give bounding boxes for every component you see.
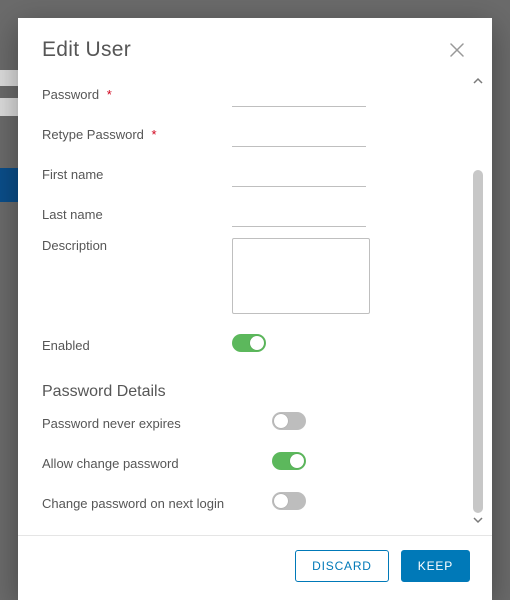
first-name-label: First name — [42, 167, 232, 182]
never-expires-toggle[interactable] — [272, 412, 306, 430]
last-name-label: Last name — [42, 207, 232, 222]
scroll-up-arrow[interactable] — [470, 74, 486, 90]
required-marker: * — [107, 87, 112, 102]
row-never-expires: Password never expires — [42, 407, 464, 439]
modal-header: Edit User — [18, 18, 492, 68]
row-description: Description — [42, 238, 464, 319]
keep-button[interactable]: KEEP — [401, 550, 470, 582]
row-last-name: Last name — [42, 198, 464, 230]
row-first-name: First name — [42, 158, 464, 190]
modal-title: Edit User — [42, 38, 131, 62]
enabled-toggle[interactable] — [232, 334, 266, 352]
description-label: Description — [42, 238, 232, 253]
description-input[interactable] — [232, 238, 370, 314]
scrollbar[interactable] — [470, 74, 486, 529]
modal-body-scroll: Password * Retype Password * First name … — [18, 68, 492, 535]
chevron-down-icon — [473, 512, 483, 530]
chevron-up-icon — [473, 73, 483, 91]
retype-password-label: Retype Password * — [42, 127, 232, 142]
allow-change-label: Allow change password — [42, 456, 272, 471]
required-marker: * — [152, 127, 157, 142]
retype-password-input[interactable] — [232, 122, 366, 147]
never-expires-label: Password never expires — [42, 416, 272, 431]
discard-button[interactable]: DISCARD — [295, 550, 389, 582]
modal-footer: DISCARD KEEP — [18, 535, 492, 600]
last-name-input[interactable] — [232, 202, 366, 227]
allow-change-toggle[interactable] — [272, 452, 306, 470]
row-retype-password: Retype Password * — [42, 118, 464, 150]
scroll-down-arrow[interactable] — [470, 513, 486, 529]
row-enabled: Enabled — [42, 329, 464, 361]
row-change-next-login: Change password on next login — [42, 487, 464, 519]
edit-user-modal: Edit User Password * Retype Password * — [18, 18, 492, 600]
close-icon — [450, 43, 464, 57]
enabled-label: Enabled — [42, 338, 232, 353]
change-next-login-toggle[interactable] — [272, 492, 306, 510]
row-password: Password * — [42, 78, 464, 110]
change-next-login-label: Change password on next login — [42, 496, 272, 511]
password-label: Password * — [42, 87, 232, 102]
first-name-input[interactable] — [232, 162, 366, 187]
scrollbar-track[interactable] — [473, 90, 483, 513]
modal-body: Password * Retype Password * First name … — [18, 68, 470, 535]
scrollbar-thumb[interactable] — [473, 170, 483, 513]
row-allow-change: Allow change password — [42, 447, 464, 479]
close-button[interactable] — [446, 39, 468, 61]
password-details-heading: Password Details — [42, 383, 464, 401]
password-input[interactable] — [232, 82, 366, 107]
